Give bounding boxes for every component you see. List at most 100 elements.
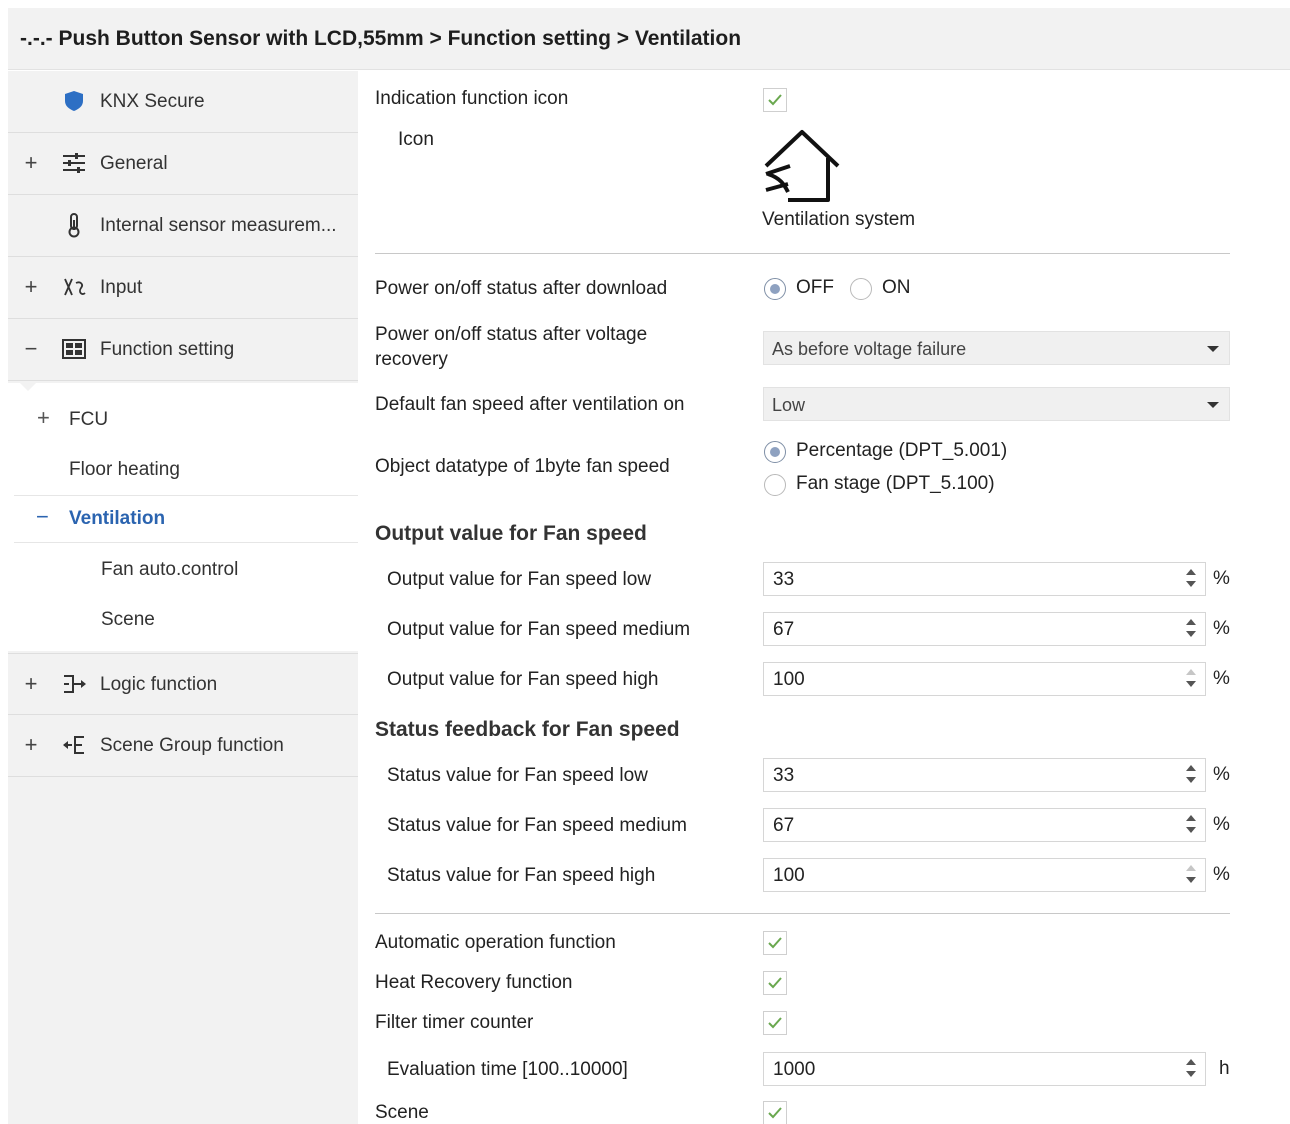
radio-on[interactable] <box>850 278 872 300</box>
sidebar-item-general[interactable]: + General <box>8 133 358 195</box>
evaluation-time-label: Evaluation time [100..10000] <box>387 1059 628 1080</box>
sidebar-item-function-setting[interactable]: − Function setting <box>8 319 358 381</box>
ventilation-house-icon <box>764 130 840 202</box>
indication-icon-checkbox[interactable] <box>763 88 787 112</box>
input-value: 100 <box>773 865 805 886</box>
default-fan-speed-label: Default fan speed after ventilation on <box>375 394 685 415</box>
chevron-down-icon <box>1207 346 1219 352</box>
check-icon <box>768 937 782 949</box>
sidebar-subitem-scene[interactable]: Scene <box>101 609 155 631</box>
icon-caption: Ventilation system <box>762 209 916 230</box>
spinner-icon[interactable] <box>1185 813 1197 837</box>
status-medium-input[interactable]: 67 <box>763 808 1206 842</box>
sidebar-subitem-fcu[interactable]: FCU <box>69 409 108 431</box>
unit-label: % <box>1213 568 1230 589</box>
sidebar-subitem-floor-heating[interactable]: Floor heating <box>69 459 180 481</box>
output-medium-input[interactable]: 67 <box>763 612 1206 646</box>
default-fan-speed-dropdown[interactable]: Low <box>763 387 1230 421</box>
radio-percentage-label: Percentage (DPT_5.001) <box>796 440 1008 461</box>
sidebar-item-label: Scene Group function <box>100 735 284 756</box>
dropdown-value: As before voltage failure <box>772 339 967 359</box>
spinner-icon[interactable] <box>1185 763 1197 787</box>
function-grid-icon <box>62 339 86 359</box>
input-value: 67 <box>773 815 795 836</box>
status-high-input[interactable]: 100 <box>763 858 1206 892</box>
divider <box>375 913 1230 914</box>
check-icon <box>768 977 782 989</box>
spinner-icon[interactable] <box>1185 617 1197 641</box>
sidebar: KNX Secure + General Internal sensor mea… <box>8 71 358 1124</box>
logic-icon <box>64 675 86 693</box>
chevron-down-icon <box>1207 402 1219 408</box>
status-high-label: Status value for Fan speed high <box>387 865 656 886</box>
heat-recovery-checkbox[interactable] <box>763 971 787 995</box>
filter-timer-checkbox[interactable] <box>763 1011 787 1035</box>
power-after-download-label: Power on/off status after download <box>375 278 668 299</box>
heat-recovery-label: Heat Recovery function <box>375 972 573 993</box>
power-after-recovery-label-line2: recovery <box>375 349 448 370</box>
automatic-operation-checkbox[interactable] <box>763 931 787 955</box>
automatic-operation-label: Automatic operation function <box>375 932 616 953</box>
sidebar-subitem-fan-auto-control[interactable]: Fan auto.control <box>101 559 238 581</box>
power-after-recovery-dropdown[interactable]: As before voltage failure <box>763 331 1230 365</box>
check-icon <box>768 1107 782 1119</box>
indication-icon-label: Indication function icon <box>375 88 569 109</box>
tree-notch <box>18 381 38 391</box>
check-icon <box>768 94 782 106</box>
fcu-expand-toggle[interactable]: + <box>37 405 50 431</box>
radio-off-label: OFF <box>796 277 834 298</box>
status-low-input[interactable]: 33 <box>763 758 1206 792</box>
scene-label: Scene <box>375 1102 429 1123</box>
sidebar-item-knx-secure[interactable]: KNX Secure <box>8 71 358 133</box>
output-low-label: Output value for Fan speed low <box>387 569 652 590</box>
output-low-input[interactable]: 33 <box>763 562 1206 596</box>
output-high-input[interactable]: 100 <box>763 662 1206 696</box>
status-low-label: Status value for Fan speed low <box>387 765 648 786</box>
unit-label: h <box>1219 1058 1230 1079</box>
divider <box>375 253 1230 254</box>
expand-toggle[interactable]: + <box>22 150 40 176</box>
icon-label: Icon <box>398 129 434 150</box>
spinner-icon[interactable] <box>1185 567 1197 591</box>
radio-on-label: ON <box>882 277 911 298</box>
unit-label: % <box>1213 864 1230 885</box>
expand-toggle[interactable]: + <box>22 671 40 697</box>
spinner-icon[interactable] <box>1185 863 1197 887</box>
radio-percentage[interactable] <box>764 441 786 463</box>
sidebar-subitem-label: Ventilation <box>69 508 166 529</box>
unit-label: % <box>1213 668 1230 689</box>
expand-toggle[interactable]: + <box>22 732 40 758</box>
input-value: 33 <box>773 569 795 590</box>
thermometer-icon <box>68 213 80 238</box>
sidebar-subitem-ventilation[interactable]: − Ventilation <box>14 495 358 543</box>
output-section-heading: Output value for Fan speed <box>375 522 647 545</box>
sidebar-item-label: Internal sensor measurem... <box>100 215 337 236</box>
spinner-icon[interactable] <box>1185 667 1197 691</box>
output-high-label: Output value for Fan speed high <box>387 669 659 690</box>
input-value: 67 <box>773 619 795 640</box>
radio-off[interactable] <box>764 278 786 300</box>
scene-checkbox[interactable] <box>763 1101 787 1124</box>
sidebar-item-label: Input <box>100 277 143 298</box>
breadcrumb: -.-.- Push Button Sensor with LCD,55mm >… <box>20 27 742 50</box>
expand-toggle[interactable]: + <box>22 274 40 300</box>
evaluation-time-input[interactable]: 1000 <box>763 1052 1206 1086</box>
dropdown-value: Low <box>772 395 806 415</box>
status-section-heading: Status feedback for Fan speed <box>375 718 680 741</box>
sidebar-item-label: KNX Secure <box>100 91 205 112</box>
collapse-toggle[interactable]: − <box>22 336 40 362</box>
radio-fan-stage[interactable] <box>764 474 786 496</box>
sidebar-item-scene-group-function[interactable]: + Scene Group function <box>8 715 358 777</box>
title-bar: -.-.- Push Button Sensor with LCD,55mm >… <box>8 8 1290 70</box>
sidebar-item-label: Function setting <box>100 339 235 360</box>
sidebar-item-label: Logic function <box>100 674 218 695</box>
sliders-icon <box>63 153 85 173</box>
object-datatype-label: Object datatype of 1byte fan speed <box>375 456 670 477</box>
ventilation-collapse-toggle[interactable]: − <box>36 504 49 530</box>
spinner-icon[interactable] <box>1185 1057 1197 1081</box>
sidebar-item-input[interactable]: + Input <box>8 257 358 319</box>
sidebar-item-internal-sensor[interactable]: Internal sensor measurem... <box>8 195 358 257</box>
unit-label: % <box>1213 764 1230 785</box>
sidebar-item-logic-function[interactable]: + Logic function <box>8 653 358 715</box>
input-value: 1000 <box>773 1059 816 1080</box>
